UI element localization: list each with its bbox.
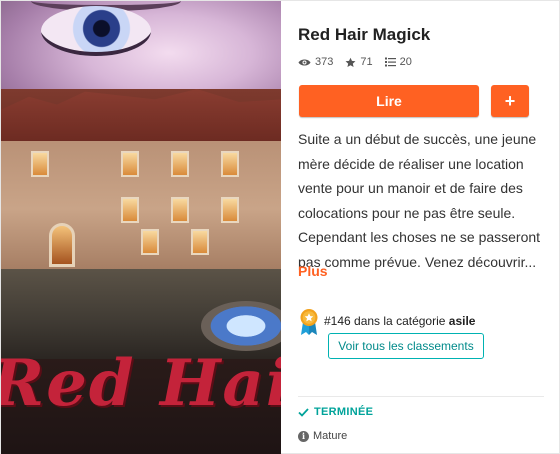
info-icon: i	[298, 430, 309, 442]
cover-window	[31, 151, 49, 177]
rank-middle-text: dans la catégorie	[350, 314, 449, 328]
story-stats: 373 71 20	[298, 56, 424, 68]
cover-window	[121, 197, 139, 223]
star-icon	[345, 57, 356, 67]
rank-category: asile	[448, 314, 476, 328]
cover-title-art: Red Hair Magick	[1, 346, 281, 421]
votes-stat: 71	[345, 56, 373, 68]
read-button[interactable]: Lire	[299, 85, 479, 117]
rank-number: #146	[324, 314, 351, 328]
add-to-library-button[interactable]: +	[491, 85, 529, 117]
reads-count: 373	[315, 56, 334, 68]
ranking-text: #146 dans la catégorie asile	[324, 314, 475, 328]
completed-label: TERMINÉE	[314, 406, 374, 418]
cover-fountain	[201, 301, 281, 351]
cover-window	[191, 229, 209, 255]
ranking-row: #146 dans la catégorie asile	[298, 308, 475, 336]
parts-count: 20	[399, 56, 412, 68]
completed-status: TERMINÉE	[298, 406, 373, 418]
mature-label: Mature	[313, 430, 348, 442]
cover-door	[49, 223, 75, 267]
mature-badge: i Mature	[298, 430, 347, 442]
cover-window	[121, 151, 139, 177]
story-cover[interactable]: Red Hair Magick	[1, 1, 281, 454]
divider	[298, 396, 544, 397]
story-title[interactable]: Red Hair Magick	[298, 25, 430, 45]
checkmark-icon	[298, 407, 309, 417]
cover-window	[171, 197, 189, 223]
cover-window	[221, 151, 239, 177]
story-card: Red Hair Magick Red Hair Magick 373 71	[0, 0, 560, 454]
cover-window	[221, 197, 239, 223]
cover-eye	[41, 6, 151, 56]
read-more-link[interactable]: Plus	[298, 263, 328, 279]
view-all-rankings-button[interactable]: Voir tous les classements	[328, 333, 484, 359]
eye-icon	[298, 59, 311, 65]
list-icon	[384, 57, 396, 67]
story-description: Suite a un début de succès, une jeune mè…	[298, 131, 541, 270]
cover-window	[141, 229, 159, 255]
parts-stat: 20	[384, 56, 412, 68]
reads-stat: 373	[298, 56, 333, 68]
story-info-panel: Red Hair Magick 373 71 20 Lire + Suite a…	[281, 1, 560, 454]
votes-count: 71	[360, 56, 373, 68]
cover-window	[171, 151, 189, 177]
medal-icon	[300, 309, 318, 335]
